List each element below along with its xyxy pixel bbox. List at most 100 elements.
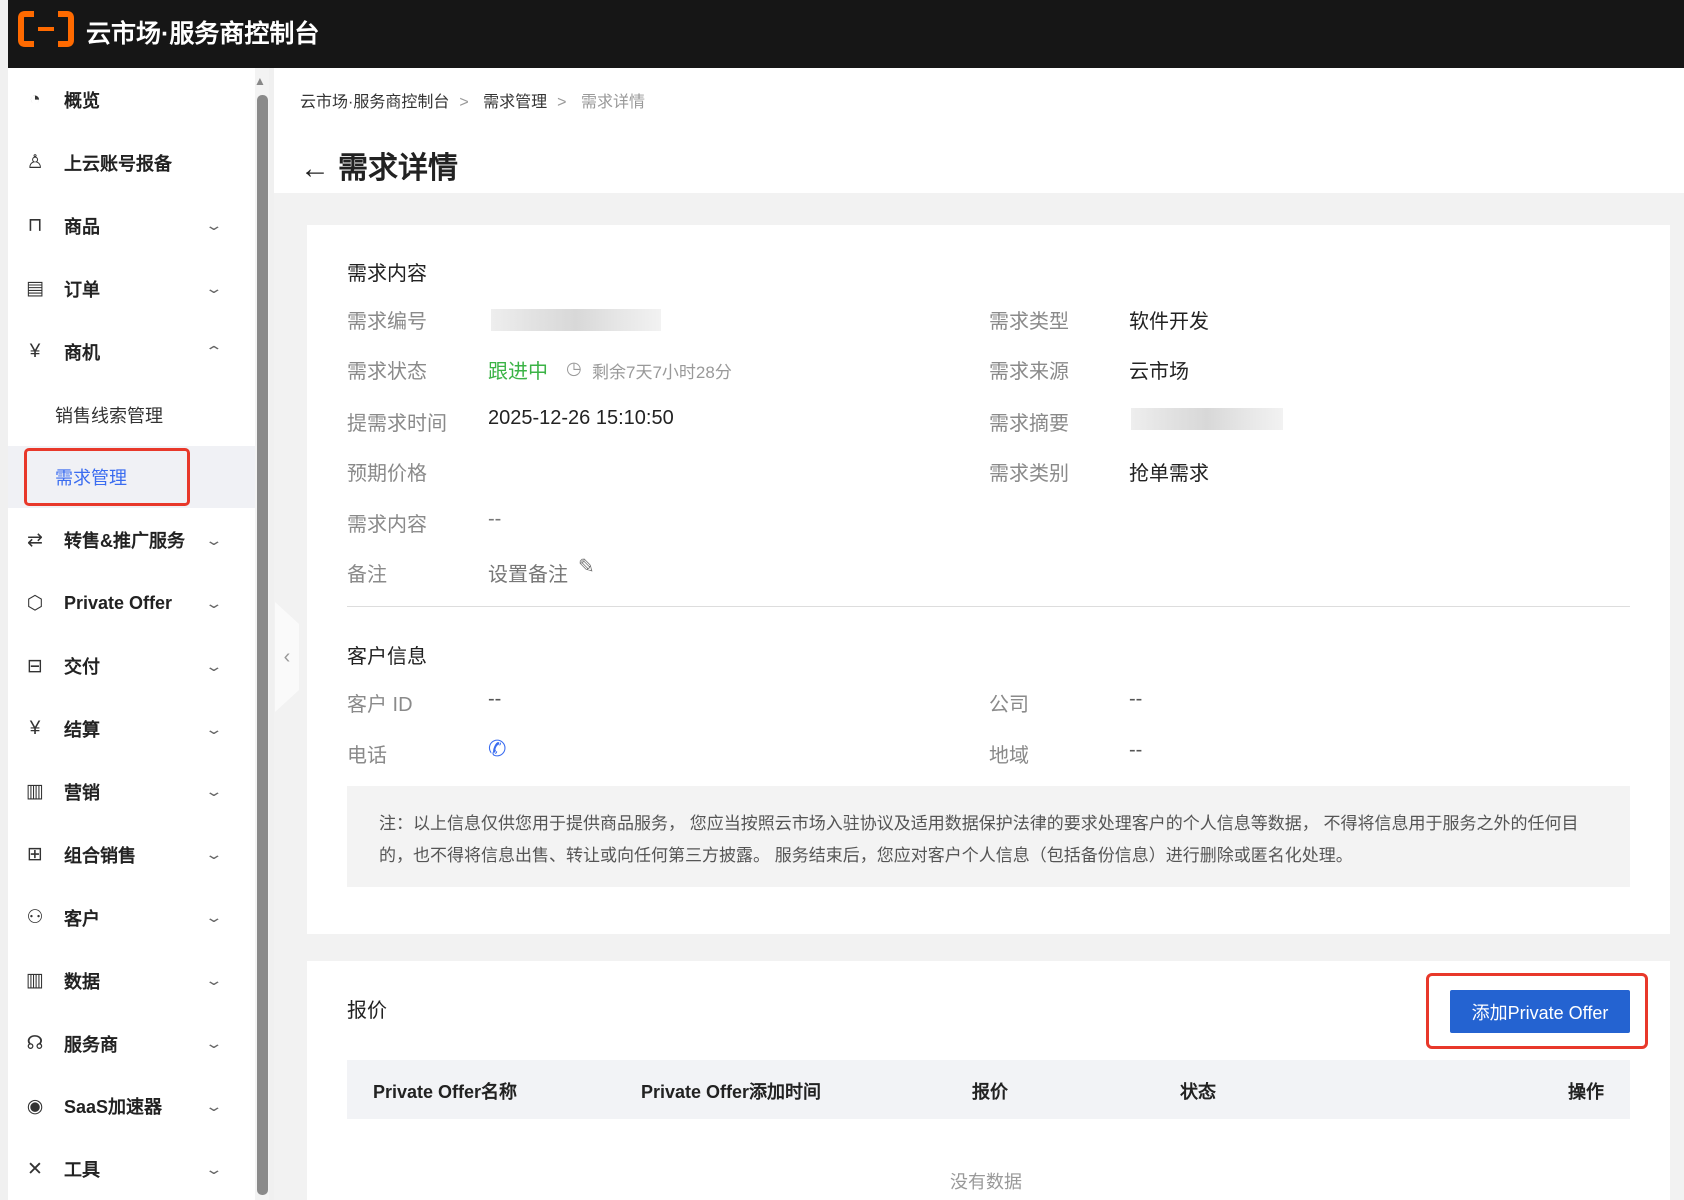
sidebar-item-label: 营销 xyxy=(64,782,100,803)
field-label: 需求来源 xyxy=(989,361,1069,383)
chevron-down-icon[interactable]: ⌄ xyxy=(204,217,223,234)
sidebar-item-label: 订单 xyxy=(64,279,100,300)
chevron-down-icon[interactable]: ⌄ xyxy=(204,972,223,989)
sidebar-item[interactable]: ⇄ 转售&推广服务 ⌄ xyxy=(8,509,255,571)
sidebar-item-label: 交付 xyxy=(64,657,100,678)
sidebar-item-label: SaaS加速器 xyxy=(64,1097,163,1118)
field-label: 地域 xyxy=(989,745,1029,767)
sidebar-item[interactable]: ◔ 概览 xyxy=(8,69,255,131)
breadcrumb-demand-management[interactable]: 需求管理 xyxy=(483,94,547,111)
column-header: Private Offer添加时间 xyxy=(641,1082,822,1102)
sidebar-item-label: 数据 xyxy=(64,971,100,992)
accelerator-icon: ◉ xyxy=(26,1095,44,1117)
chevron-down-icon[interactable]: ⌄ xyxy=(204,783,223,800)
grid-plus-icon: ⊞ xyxy=(27,844,43,866)
sidebar-item-label: 商品 xyxy=(64,216,100,237)
chevron-down-icon[interactable]: ⌄ xyxy=(204,846,223,863)
sidebar-item[interactable]: ¥ 商机 ⌃ xyxy=(8,321,255,383)
field-value: -- xyxy=(488,688,502,710)
field-label: 提需求时间 xyxy=(347,413,447,435)
chevron-down-icon[interactable]: ⌄ xyxy=(204,280,223,297)
field-label: 预期价格 xyxy=(347,463,427,485)
remaining-time: 剩余7天7小时28分 xyxy=(592,363,732,382)
field-value: 跟进中 xyxy=(488,361,548,383)
section-title: 客户信息 xyxy=(347,646,427,668)
sidebar-item-label: 销售线索管理 xyxy=(55,405,163,426)
breadcrumb-separator-icon: > xyxy=(459,94,469,111)
highlight-box xyxy=(1426,973,1648,1049)
sidebar-item[interactable]: ◉ SaaS加速器 ⌄ xyxy=(8,1075,255,1137)
page-title: ← 需求详情 xyxy=(300,152,458,185)
sidebar-item[interactable]: ⚇ 客户 ⌄ xyxy=(8,887,255,949)
sidebar-item[interactable]: ✕ 工具 ⌄ xyxy=(8,1138,255,1200)
sidebar-item-label: 结算 xyxy=(64,720,100,740)
sidebar-item-label: Private Offer xyxy=(64,592,173,613)
chevron-down-icon[interactable]: ⌄ xyxy=(204,1098,223,1115)
tools-icon: ✕ xyxy=(27,1158,43,1180)
field-label: 需求状态 xyxy=(347,361,427,383)
table-header: Private Offer名称 Private Offer添加时间 报价 状态 … xyxy=(347,1060,1630,1119)
section-title: 需求内容 xyxy=(347,263,427,285)
back-arrow-icon[interactable]: ← xyxy=(300,152,330,185)
sidebar-item[interactable]: ♙ 上云账号报备 xyxy=(8,132,255,194)
aliyun-logo-icon xyxy=(18,11,74,47)
field-value: 抢单需求 xyxy=(1129,463,1209,485)
sidebar-item[interactable]: ▥ 数据 ⌄ xyxy=(8,950,255,1012)
sidebar-item[interactable]: 销售线索管理 xyxy=(8,384,255,446)
sidebar: ◔ 概览 ♙ 上云账号报备 ⊓ 商品 ⌄ ▤ 订单 ⌄ ¥ 商机 ⌃ 销售线索管理 需求管理 ⇄ 转售&推广服务… xyxy=(8,68,255,1200)
field-label: 需求类别 xyxy=(989,463,1069,485)
phone-icon[interactable]: ✆ xyxy=(488,736,506,762)
sidebar-item-label: 组合销售 xyxy=(64,845,136,866)
field-label: 电话 xyxy=(347,745,387,767)
sidebar-item[interactable]: ☊ 服务商 ⌄ xyxy=(8,1013,255,1075)
redacted-value xyxy=(1131,408,1283,430)
scrollbar-thumb[interactable] xyxy=(257,95,268,1195)
marketing-icon: ▥ xyxy=(26,781,44,803)
sidebar-item[interactable]: ⊓ 商品 ⌄ xyxy=(8,195,255,257)
field-label: 需求内容 xyxy=(347,514,427,536)
field-value: 2025-12-26 15:10:50 xyxy=(488,407,674,429)
field-label: 备注 xyxy=(347,564,387,586)
cube-icon: ⬡ xyxy=(26,592,44,614)
sidebar-item[interactable]: ▤ 订单 ⌄ xyxy=(8,258,255,320)
sidebar-item[interactable]: ⊟ 交付 ⌄ xyxy=(8,635,255,697)
sidebar-item[interactable]: ⬡ Private Offer ⌄ xyxy=(8,572,255,634)
scroll-up-arrow-icon[interactable]: ▲ xyxy=(254,74,266,88)
field-value: -- xyxy=(1129,739,1143,761)
sidebar-item[interactable]: ¥ 结算 ⌄ xyxy=(8,698,255,760)
chevron-down-icon[interactable]: ⌄ xyxy=(204,658,223,675)
chevron-down-icon[interactable]: ⌄ xyxy=(204,909,223,926)
top-header: 云市场·服务商控制台 xyxy=(8,0,1684,68)
sidebar-item-label: 工具 xyxy=(64,1160,100,1181)
pie-chart-icon: ◔ xyxy=(29,89,41,110)
column-header: 状态 xyxy=(1180,1082,1216,1102)
delivery-icon: ⊟ xyxy=(27,655,43,677)
chevron-up-icon[interactable]: ⌃ xyxy=(204,343,223,360)
sidebar-item-label: 概览 xyxy=(64,91,100,111)
order-icon: ▤ xyxy=(26,278,44,300)
clock-icon: ◷ xyxy=(566,358,582,378)
chevron-down-icon[interactable]: ⌄ xyxy=(204,721,223,738)
sidebar-item-label: 客户 xyxy=(64,908,100,929)
chevron-down-icon[interactable]: ⌄ xyxy=(204,595,223,612)
column-header: Private Offer名称 xyxy=(373,1082,518,1102)
field-label: 需求摘要 xyxy=(989,413,1069,435)
page-header xyxy=(274,68,1684,193)
sidebar-item-label: 转售&推广服务 xyxy=(64,531,185,552)
sidebar-item-label: 服务商 xyxy=(64,1034,118,1055)
field-value[interactable]: 设置备注 xyxy=(488,558,568,587)
sidebar-item-label: 上云账号报备 xyxy=(64,153,172,174)
swap-icon: ⇄ xyxy=(27,529,43,551)
chevron-down-icon[interactable]: ⌄ xyxy=(204,532,223,549)
breadcrumb: 云市场·服务商控制台 > 需求管理 > 需求详情 xyxy=(300,88,655,112)
section-title: 报价 xyxy=(347,1000,387,1022)
sidebar-item[interactable]: ▥ 营销 ⌄ xyxy=(8,761,255,823)
edit-pencil-icon[interactable]: ✎ xyxy=(578,554,595,579)
breadcrumb-home[interactable]: 云市场·服务商控制台 xyxy=(300,94,449,111)
chevron-down-icon[interactable]: ⌄ xyxy=(204,1161,223,1178)
field-label: 需求编号 xyxy=(347,311,427,333)
sidebar-item[interactable]: ⊞ 组合销售 ⌄ xyxy=(8,824,255,886)
chevron-down-icon[interactable]: ⌄ xyxy=(204,1035,223,1052)
field-label: 公司 xyxy=(989,694,1029,716)
opportunity-icon: ¥ xyxy=(29,340,41,362)
